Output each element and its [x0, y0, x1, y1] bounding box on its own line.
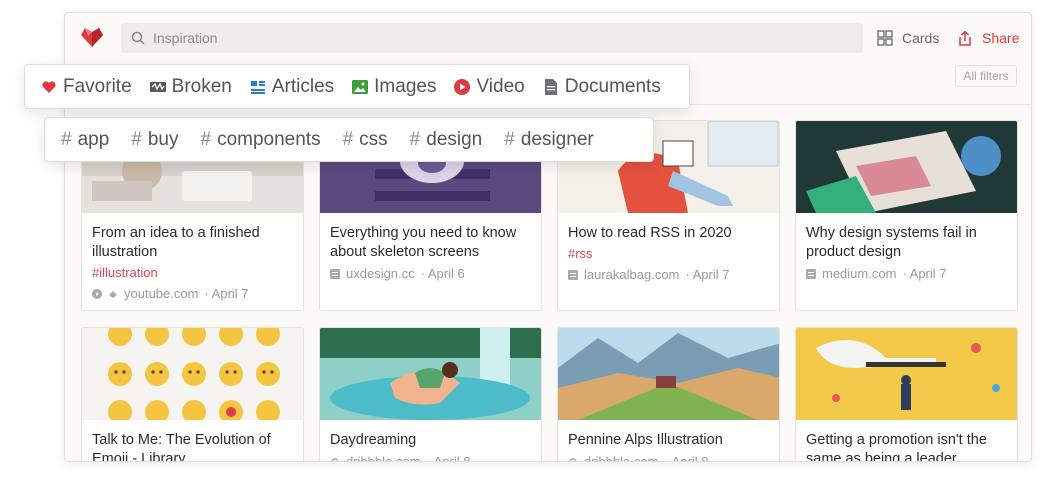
emoji-grid-image: [82, 328, 303, 420]
card-title: Daydreaming: [330, 432, 417, 448]
filter-label: Broken: [171, 75, 232, 97]
card-tag[interactable]: #illustration: [92, 265, 293, 280]
tag-app[interactable]: # app: [61, 129, 109, 151]
card-tag[interactable]: #rss: [568, 246, 769, 261]
filter-label: Documents: [564, 75, 661, 97]
tag-designer[interactable]: # designer: [504, 129, 593, 151]
image-icon: [352, 79, 369, 94]
card-title: Getting a promotion isn't the same as be…: [806, 432, 987, 462]
filter-images[interactable]: Images: [352, 76, 436, 98]
card-title: Everything you need to know about skelet…: [330, 225, 517, 260]
tag-design[interactable]: # design: [410, 129, 483, 151]
filter-label: Video: [476, 75, 525, 97]
pennine-alps-image: [558, 328, 779, 420]
play-icon: [454, 78, 471, 95]
search-bar[interactable]: [121, 23, 863, 53]
tag-css[interactable]: # css: [343, 129, 388, 151]
search-icon: [131, 31, 145, 45]
card-date: · April 7: [902, 266, 947, 281]
card-title: From an idea to a finished illustration: [92, 225, 260, 260]
card-title: How to read RSS in 2020: [568, 225, 732, 241]
card-date: · April 7: [204, 286, 249, 301]
tag-filter-popover: # app # buy # components # css # design # desi…: [44, 117, 654, 162]
card-source: laurakalbag.com: [584, 267, 680, 282]
bookmark-card[interactable]: Daydreaming dribbble.com · April 8: [319, 327, 542, 462]
card-source: dribbble.com: [584, 454, 659, 462]
cards-label: Cards: [902, 30, 940, 46]
card-thumbnail: [82, 328, 303, 420]
all-filters-button[interactable]: All filters: [955, 65, 1017, 87]
broken-link-icon: [149, 81, 166, 92]
tag-label: designer: [520, 128, 594, 150]
grid-icon: [877, 30, 893, 46]
filter-favorite[interactable]: Favorite: [41, 76, 132, 98]
card-date: · April 8: [664, 454, 709, 462]
tag-components[interactable]: # components: [201, 129, 321, 151]
bookmark-card[interactable]: Pennine Alps Illustration dribbble.com ·…: [557, 327, 780, 462]
bookmark-card[interactable]: Getting a promotion isn't the same as be…: [795, 327, 1018, 462]
video-type-icon: [92, 288, 102, 299]
card-source: uxdesign.cc: [346, 266, 415, 281]
design-systems-image: [796, 121, 1017, 213]
top-bar: Cards Share: [65, 13, 1031, 63]
tag-label: css: [359, 128, 388, 150]
card-source: youtube.com: [124, 286, 199, 301]
card-source: medium.com: [822, 266, 897, 281]
filter-label: Articles: [271, 75, 335, 97]
share-label: Share: [982, 30, 1020, 46]
tag-label: design: [426, 128, 483, 150]
image-type-icon: [331, 457, 339, 461]
card-title: Pennine Alps Illustration: [568, 432, 723, 448]
tag-label: buy: [147, 128, 179, 150]
tag-label: components: [217, 128, 321, 150]
card-date: · April 6: [420, 266, 465, 281]
card-date: · April 7: [685, 267, 730, 282]
heart-icon: [42, 80, 56, 93]
document-icon: [544, 78, 557, 95]
logo-icon: [81, 28, 103, 47]
bookmark-card[interactable]: Talk to Me: The Evolution of Emoji - Lib…: [81, 327, 304, 462]
bookmark-card[interactable]: Why design systems fail in product desig…: [795, 120, 1018, 311]
article-type-icon: [330, 268, 340, 279]
card-thumbnail: [796, 328, 1017, 420]
card-title: Why design systems fail in product desig…: [806, 225, 977, 260]
card-thumbnail: [796, 121, 1017, 213]
filter-articles[interactable]: Articles: [250, 76, 334, 98]
broken-link-icon: [109, 290, 117, 298]
filter-broken[interactable]: Broken: [149, 75, 232, 98]
daydreaming-image: [320, 328, 541, 420]
filter-documents[interactable]: Documents: [543, 76, 661, 98]
share-button[interactable]: Share: [957, 29, 1019, 47]
image-type-icon: [569, 457, 577, 461]
card-thumbnail: [558, 328, 779, 420]
tag-label: app: [77, 128, 110, 150]
filter-label: Images: [374, 75, 437, 97]
leadership-image: [796, 328, 1017, 420]
filter-video[interactable]: Video: [454, 75, 525, 98]
filter-label: Favorite: [63, 75, 132, 97]
card-thumbnail: [320, 328, 541, 420]
type-filter-popover: Favorite Broken Articles Images Video Do…: [24, 64, 690, 109]
card-source: dribbble.com: [346, 454, 421, 462]
article-icon: [250, 80, 265, 94]
cards-view-button[interactable]: Cards: [877, 29, 939, 47]
article-type-icon: [806, 268, 816, 279]
search-input[interactable]: [153, 23, 853, 53]
article-type-icon: [568, 269, 578, 280]
tag-buy[interactable]: # buy: [131, 129, 178, 151]
share-icon: [959, 29, 971, 46]
card-date: · April 8: [426, 454, 471, 462]
card-title: Talk to Me: The Evolution of Emoji - Lib…: [92, 432, 271, 462]
